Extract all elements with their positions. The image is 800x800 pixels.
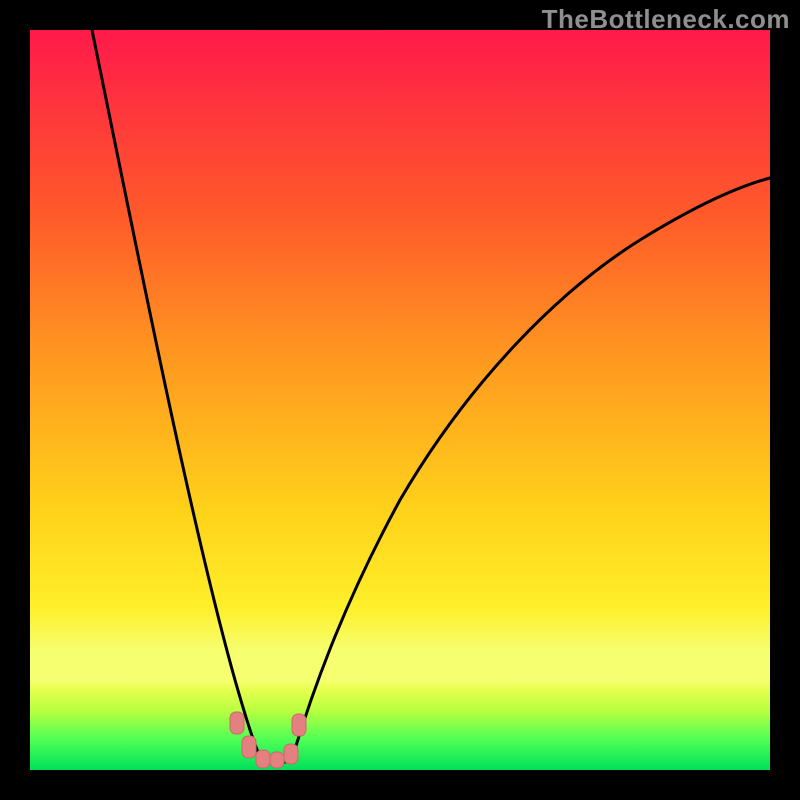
plot-area [30, 30, 770, 770]
watermark-text: TheBottleneck.com [542, 4, 790, 35]
bottleneck-chart [0, 0, 800, 800]
